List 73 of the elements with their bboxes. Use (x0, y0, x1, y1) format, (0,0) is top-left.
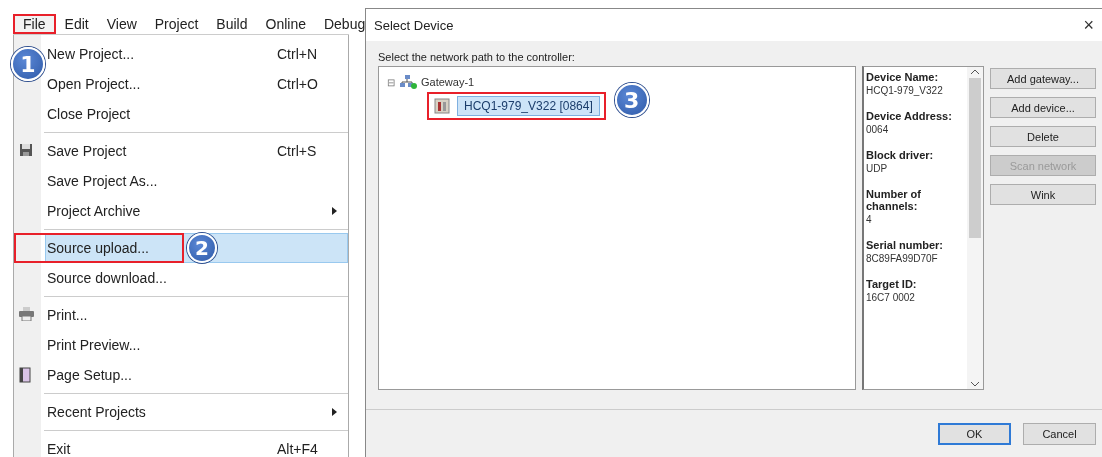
menu-item-label: Page Setup... (47, 367, 132, 383)
info-label: Device Name: (866, 71, 940, 83)
callout-badge: 1 (11, 47, 45, 81)
menu-bar-item[interactable]: View (97, 14, 146, 34)
menu-item-label: New Project... (47, 46, 135, 62)
menu-bar-item[interactable]: Project (145, 14, 208, 34)
info-label: Target ID: (866, 278, 918, 290)
prompt-text: Select the network path to the controller: (378, 51, 576, 63)
menu-item-label: Save Project As... (47, 173, 158, 189)
info-label: Number of channels: (866, 188, 922, 212)
menu-item[interactable]: Save Project As... (45, 166, 348, 196)
menu-item[interactable]: Page Setup... (45, 360, 348, 390)
menu-item[interactable]: Print Preview... (45, 330, 348, 360)
info-value: 8C89FA99D70F (866, 253, 939, 264)
device-icon (433, 97, 451, 115)
dialog-button[interactable]: Wink (990, 184, 1096, 205)
network-icon (399, 75, 417, 89)
callout-badge: 3 (614, 83, 649, 117)
shortcut-text: Alt+F4 (277, 441, 319, 457)
info-value: UDP (866, 163, 889, 174)
window-title: Select Device (374, 17, 454, 33)
submenu-arrow-icon (332, 207, 337, 215)
info-value: 16C7 0002 (866, 292, 916, 303)
menu-item[interactable]: Project Archive (45, 196, 348, 226)
menu-item-label: Print Preview... (47, 337, 141, 353)
menu-item-label: Save Project (47, 143, 127, 159)
menu-bar-item[interactable]: Debug (314, 14, 375, 34)
callout-badge: 2 (187, 233, 217, 263)
menu-bar-item[interactable]: File (13, 14, 56, 34)
menu-item[interactable]: Open Project... Ctrl+O (45, 69, 348, 99)
menu-item[interactable]: Source download... (45, 263, 348, 293)
info-value: HCQ1-979_V322 (866, 85, 944, 96)
menu-item-label: Project Archive (47, 203, 141, 219)
printer-icon (19, 307, 34, 321)
shortcut-text: Ctrl+O (277, 76, 319, 92)
menu-item[interactable]: Exit Alt+F4 (45, 434, 348, 457)
tree-node-label[interactable]: HCQ1-979_V322 [0864] (457, 96, 600, 116)
info-value: 0064 (866, 124, 890, 135)
info-label: Block driver: (866, 149, 935, 161)
menu-item-label: Open Project... (47, 76, 141, 92)
menu-item-label: Print... (47, 307, 88, 323)
menu-item[interactable]: Save Project Ctrl+S (45, 136, 348, 166)
menu-bar-item[interactable]: Online (256, 14, 315, 34)
menu-item[interactable]: New Project... Ctrl+N (45, 39, 348, 69)
info-label: Device Address: (866, 110, 953, 122)
menu-item-label: Recent Projects (47, 404, 146, 420)
dialog-button[interactable]: Add gateway... (990, 68, 1096, 89)
close-button[interactable]: × (1083, 14, 1094, 36)
menu-item-label: Source download... (47, 270, 167, 286)
shortcut-text: Ctrl+N (277, 46, 319, 62)
page-icon (19, 367, 31, 383)
collapse-toggle[interactable]: ⊟ (387, 76, 395, 88)
dialog-button[interactable]: Add device... (990, 97, 1096, 118)
menu-item-label: Close Project (47, 106, 131, 122)
info-value: 4 (866, 214, 873, 225)
menu-bar-item[interactable]: Edit (55, 14, 98, 34)
menu-item[interactable]: Close Project (45, 99, 348, 129)
scroll-down-icon[interactable] (971, 382, 979, 387)
menu-item[interactable]: Source upload... 2 (45, 233, 348, 263)
info-label: Serial number: (866, 239, 945, 251)
scroll-up-icon[interactable] (971, 69, 979, 74)
cancel-button[interactable]: Cancel (1023, 422, 1096, 445)
menu-item[interactable]: Recent Projects (45, 397, 348, 427)
tree-node-label[interactable]: Gateway-1 (421, 76, 475, 88)
menu-item-label: Source upload... (47, 240, 149, 256)
scrollbar[interactable] (967, 67, 983, 389)
shortcut-text: Ctrl+S (277, 143, 318, 159)
menu-item[interactable]: Print... (45, 300, 348, 330)
menu-bar-item[interactable]: Build (207, 14, 257, 34)
dialog-button[interactable]: Delete (990, 126, 1096, 147)
submenu-arrow-icon (332, 408, 337, 416)
ok-button[interactable]: OK (938, 422, 1011, 445)
menu-item-label: Exit (47, 441, 71, 457)
